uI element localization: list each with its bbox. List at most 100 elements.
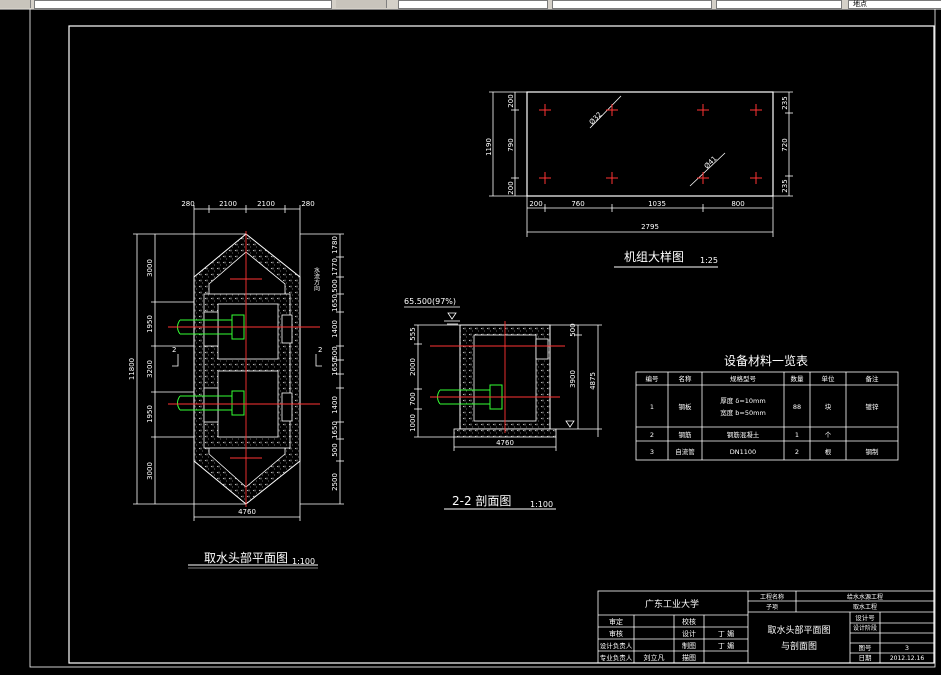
table-cell: 自流管 [675,447,695,456]
table-cell: 根 [825,447,832,456]
intake-plan-view: 280 2100 2100 280 11800 3000 1950 3200 1… [128,200,344,569]
table-header: 名称 [679,374,693,383]
action-label: 描图 [682,653,696,662]
table-cell: 宽度 b=50mm [720,408,766,417]
dim-text: 790 [507,138,515,151]
action-label: 制图 [682,641,696,650]
title-block: 广东工业大学 工程名称 给水水源工程 子项 取水工程 取水头部平面图 与剖面图 … [597,590,935,664]
dim-text: 4875 [589,372,597,390]
section-marker: 2 [318,346,322,354]
sub-name: 取水工程 [853,603,877,611]
toolbar-button[interactable] [336,0,387,8]
table-cell: 2 [795,448,799,456]
dim-text: 500 [331,279,339,292]
role-label: 专业负责人 [600,653,633,662]
bolt-label: Ø32 [588,111,604,127]
table-header: 数量 [791,374,805,383]
university-name: 广东工业大学 [645,598,699,610]
toolbar-button[interactable] [0,0,31,8]
view-title: 2-2 剖面图 [452,494,511,508]
dim-text: 800 [731,200,744,208]
dim-text: 2000 [409,358,417,376]
dim-text: 1770 [331,258,339,276]
role-label: 设计负责人 [600,641,633,650]
dim-text: 1400 [331,396,339,414]
material-table: 设备材料一览表 编号 名称 规格型号 数量 单位 备注 1 钢板 厚度 δ=10… [635,353,899,461]
dim-text: 1650 [331,358,339,376]
dim-text: 235 [781,96,789,109]
view-scale: 1:100 [530,500,553,509]
project-name: 给水水源工程 [847,593,883,601]
view-scale: 1:25 [700,256,718,265]
design-no-label: 设计号 [855,613,875,622]
dim-text: 1780 [331,236,339,254]
elevation-label: 65.500(97%) [404,297,456,306]
drawing-name: 与剖面图 [781,640,817,652]
dim-text: 11800 [128,358,136,380]
role-name: 刘立凡 [644,653,665,662]
dim-text: 700 [409,392,417,405]
section-2-2-view: 65.500(97%) 555 2000 700 1000 500 3900 4… [404,297,602,510]
dim-text: 2500 [331,473,339,491]
cad-drawing: 1190 200 790 200 235 720 235 200 760 103… [29,0,936,668]
linetype-dropdown[interactable] [552,0,712,9]
table-cell: 2 [650,431,654,439]
dim-text: 3900 [569,370,577,388]
dim-text: 280 [181,200,194,208]
dim-text: 500 [569,323,577,336]
table-cell: 钢制 [866,447,880,456]
table-cell: 3 [650,448,654,456]
table-cell: 个 [825,431,832,439]
lineweight-dropdown[interactable] [716,0,842,9]
table-cell: 88 [793,403,801,411]
dim-text: 2100 [219,200,237,208]
date-value: 2012.12.16 [890,655,925,662]
action-label: 校核 [682,617,696,626]
role-label: 审核 [609,629,623,638]
sheet-no-label: 图号 [859,644,873,652]
dim-text: 2795 [641,223,659,231]
drawing-name: 取水头部平面图 [767,624,830,636]
dim-text: 235 [781,179,789,192]
plotstyle-dropdown[interactable]: 地点 [848,0,941,9]
dim-text: 3000 [146,462,154,480]
table-title: 设备材料一览表 [724,353,808,368]
date-label: 日期 [859,654,873,662]
project-label: 工程名称 [760,593,784,601]
dim-text: 2100 [257,200,275,208]
table-cell: 厚度 δ=10mm [720,396,765,405]
flow-direction-note: 水流方向 [313,266,320,291]
view-title: 机组大样图 [624,249,684,264]
dim-text: 4760 [238,508,256,516]
table-cell: 钢筋混凝土 [727,430,760,439]
dim-text: 4760 [496,439,514,447]
dim-text: 200 [507,181,515,194]
color-dropdown[interactable] [398,0,548,9]
sheet-no: 3 [905,644,909,652]
dim-text: 500 [331,346,339,359]
action-name: 丁 媚 [718,641,734,650]
view-title: 取水头部平面图 [204,550,288,565]
table-cell: 钢板 [679,402,693,411]
dim-text: 280 [301,200,314,208]
dim-text: 1950 [146,315,154,333]
dim-text: 1950 [146,405,154,423]
table-cell: 1 [650,403,654,411]
drawing-canvas[interactable]: 1190 200 790 200 235 720 235 200 760 103… [0,0,941,671]
dim-text: 555 [409,327,417,340]
dim-text: 200 [529,200,542,208]
table-header: 规格型号 [730,374,757,383]
plotstyle-label: 地点 [853,0,867,8]
table-cell: 块 [825,402,832,411]
section-marker: 2 [172,346,176,354]
dim-text: 1650 [331,294,339,312]
table-cell: 镀锌 [866,402,880,411]
action-label: 设计 [682,629,696,638]
table-cell: 钢筋 [679,430,693,439]
layer-dropdown[interactable] [34,0,332,9]
dim-text: 500 [331,443,339,456]
table-header: 编号 [646,374,660,383]
dim-text: 3200 [146,360,154,378]
dim-text: 760 [571,200,584,208]
dim-text: 1190 [485,138,493,156]
